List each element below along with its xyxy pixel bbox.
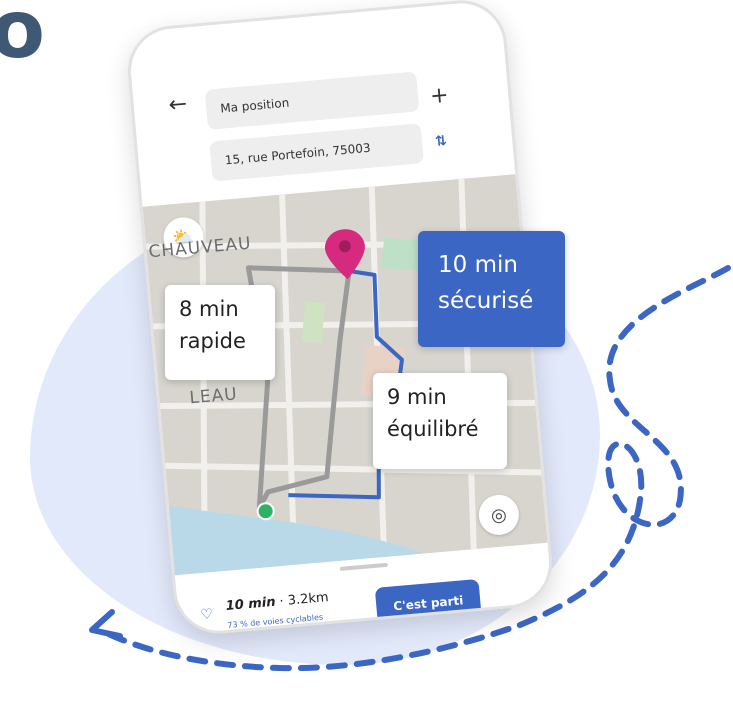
origin-field[interactable]: Ma position	[204, 71, 420, 130]
route-bubble-balanced[interactable]: 9 min équilibré	[373, 373, 507, 469]
plus-icon[interactable]: +	[429, 83, 450, 110]
route-balanced-time: 9 min	[387, 385, 447, 409]
route-safe-time: 10 min	[438, 252, 518, 278]
distance-value: · 3.2km	[278, 590, 330, 610]
street-label: LEAU	[188, 384, 239, 409]
route-search-bar: ← Ma position 15, rue Portefoin, 75003 +…	[127, 0, 516, 207]
brand-letter: o	[0, 0, 45, 76]
arrow-left-icon[interactable]: ←	[161, 87, 196, 122]
route-fast-time: 8 min	[179, 297, 239, 321]
destination-field-text: 15, rue Portefoin, 75003	[224, 140, 372, 168]
start-point	[256, 502, 275, 521]
route-bubble-fast[interactable]: 8 min rapide	[165, 285, 275, 380]
origin-field-text: Ma position	[219, 95, 290, 116]
sheet-handle[interactable]	[339, 562, 388, 571]
heart-icon[interactable]: ♡	[200, 606, 214, 623]
duration-value: 10 min	[225, 594, 277, 615]
route-balanced-label: équilibré	[387, 417, 479, 441]
route-safe-label: sécurisé	[438, 288, 534, 314]
swap-vertical-icon[interactable]: ⇅	[434, 133, 447, 150]
destination-field[interactable]: 15, rue Portefoin, 75003	[209, 123, 424, 182]
route-duration: 10 min · 3.2km	[225, 590, 329, 614]
route-bubble-safe[interactable]: 10 min sécurisé	[418, 231, 565, 347]
route-fast-label: rapide	[179, 329, 246, 353]
